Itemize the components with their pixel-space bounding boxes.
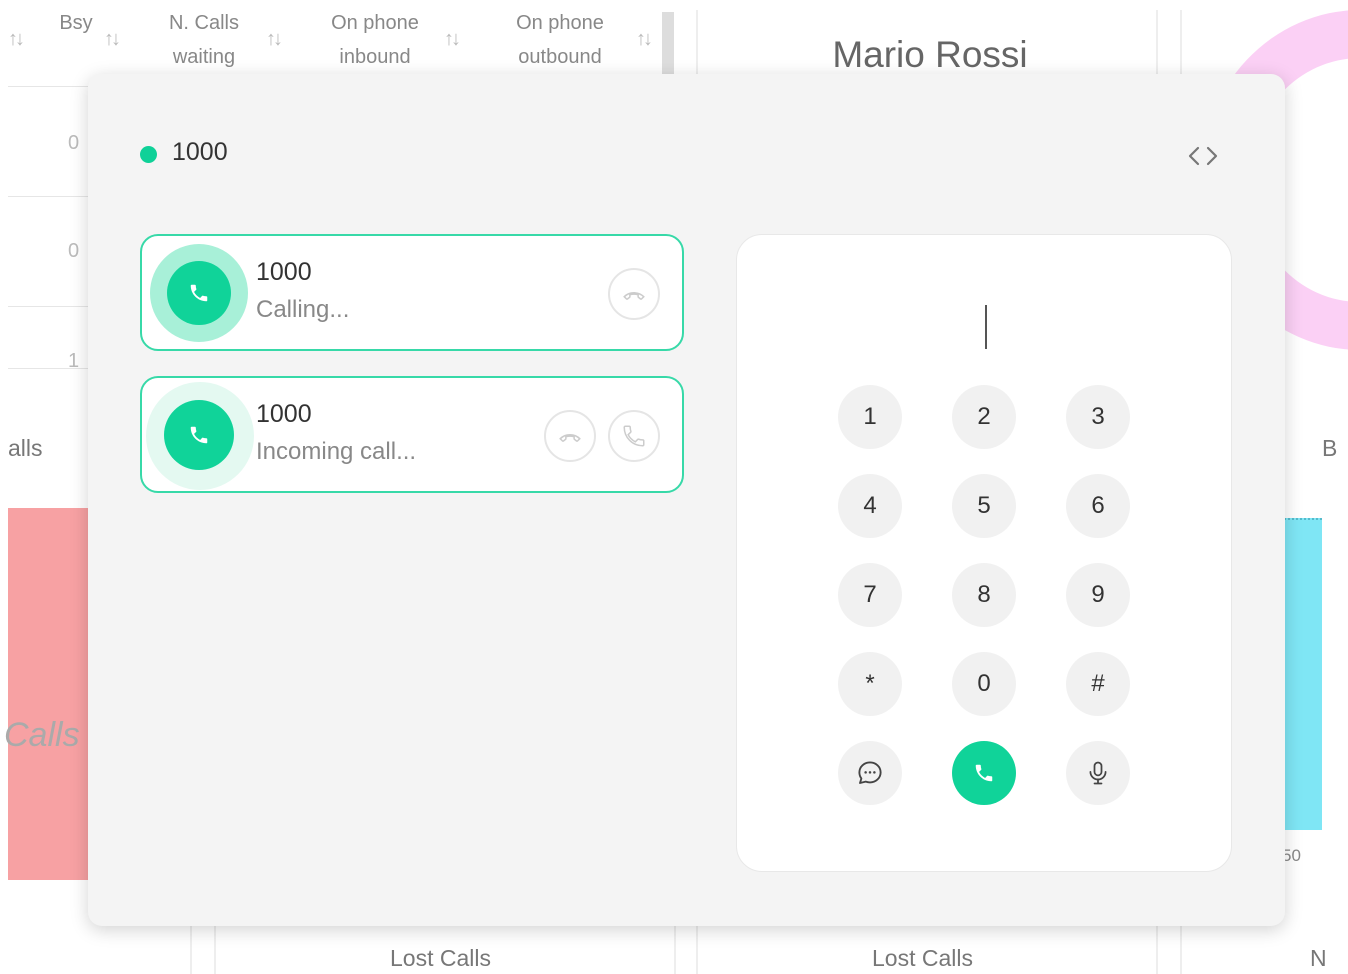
hangup-button[interactable] [608,268,660,320]
mic-button[interactable] [1066,741,1130,805]
column-header-label: Bsy [59,12,93,34]
column-divider [674,926,676,974]
caller-number: 1000 [256,258,312,286]
dial-key-2[interactable]: 2 [952,385,1016,449]
dial-key-9[interactable]: 9 [1066,563,1130,627]
table-scrollbar[interactable] [662,12,674,74]
column-divider [696,926,698,974]
softphone-panel: 1000 1000 Calling... 1000 Incoming call.… [88,74,1285,926]
phone-icon [167,261,231,325]
dial-key-4[interactable]: 4 [838,474,902,538]
phone-answer-icon [623,425,645,447]
call-status: Calling... [256,296,350,323]
dial-key-7[interactable]: 7 [838,563,902,627]
row-divider [8,196,88,197]
dial-key-6[interactable]: 6 [1066,474,1130,538]
sort-icon[interactable]: ↑↓ [444,28,461,51]
extension-label: 1000 [172,138,228,166]
call-button[interactable] [952,741,1016,805]
microphone-icon [1089,761,1107,785]
table-cell: 0 [68,240,80,262]
chart-bar [1284,518,1322,830]
dial-number-input[interactable] [797,301,1177,351]
hangup-icon [559,434,581,442]
chat-button[interactable] [838,741,902,805]
dialpad: 1 2 3 4 5 6 7 8 9 * 0 # [736,234,1232,872]
sort-icon[interactable]: ↑↓ [636,28,653,51]
table-cell: 1 [68,350,80,372]
widget-title-lost-calls: Lost Calls [872,945,973,971]
row-divider [8,86,88,87]
call-status: Incoming call... [256,438,417,465]
dial-key-5[interactable]: 5 [952,474,1016,538]
column-header-label: outbound [518,46,602,68]
call-card-outgoing[interactable]: 1000 Calling... [140,234,684,351]
phone-icon [975,764,993,782]
registration-status-dot [140,146,157,163]
dial-key-star[interactable]: * [838,652,902,716]
column-header-label: waiting [172,46,236,68]
dial-key-3[interactable]: 3 [1066,385,1130,449]
widget-title: B [1322,435,1338,461]
chat-icon [858,761,882,784]
column-header-label: N. Calls [168,12,239,34]
widget-title: alls [8,435,43,461]
column-header-label: inbound [339,46,411,68]
dial-key-0[interactable]: 0 [952,652,1016,716]
sort-icon[interactable]: ↑↓ [8,28,25,51]
dial-key-1[interactable]: 1 [838,385,902,449]
column-divider [696,10,698,80]
column-header-label: On phone [516,12,604,34]
widget-title-lost-calls: Lost Calls [390,945,491,971]
hangup-icon [623,292,645,300]
column-divider [190,926,192,974]
phone-icon [164,400,234,470]
answer-button[interactable] [608,410,660,462]
column-divider [1180,10,1182,80]
widget-title: N [1310,945,1327,971]
caller-number: 1000 [256,400,312,428]
agent-name: Mario Rossi [832,34,1028,75]
dial-key-8[interactable]: 8 [952,563,1016,627]
call-card-incoming[interactable]: 1000 Incoming call... [140,376,684,493]
screen: ↑↓ Bsy ↑↓ N. Calls waiting ↑↓ On phone i… [0,0,1348,974]
dial-key-hash[interactable]: # [1066,652,1130,716]
row-divider [8,306,88,307]
column-header-bsy[interactable]: Bsy [54,6,98,86]
column-divider [214,926,216,974]
chart-watermark: Calls [4,716,80,754]
chart-bar [8,508,92,880]
sort-icon[interactable]: ↑↓ [104,28,121,51]
column-divider [1156,926,1158,974]
code-toggle-icon[interactable] [1186,142,1220,170]
table-cell: 0 [68,132,80,154]
sort-icon[interactable]: ↑↓ [266,28,283,51]
column-header-label: On phone [331,12,419,34]
column-divider [1180,926,1182,974]
decline-button[interactable] [544,410,596,462]
